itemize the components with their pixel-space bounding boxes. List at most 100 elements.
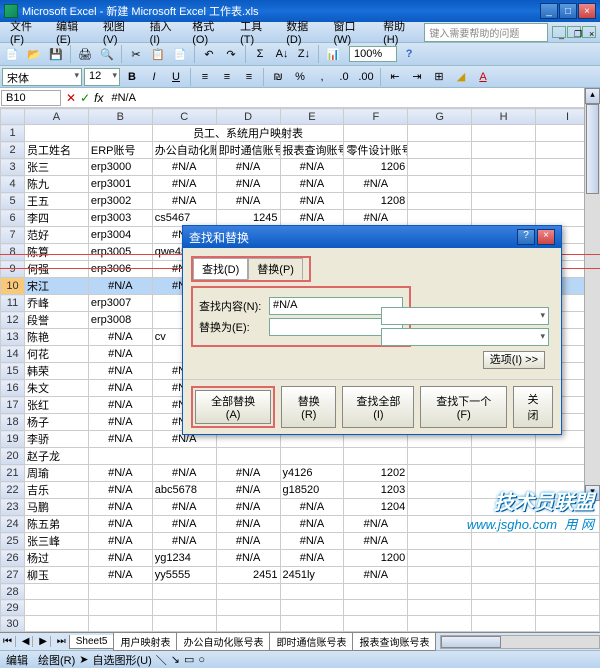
- cell[interactable]: ERP账号: [88, 142, 152, 159]
- row-header[interactable]: 24: [1, 516, 25, 533]
- rect-icon[interactable]: ▭: [184, 653, 194, 666]
- underline-icon[interactable]: U: [166, 67, 186, 87]
- cell[interactable]: #N/A: [88, 465, 152, 482]
- help-icon[interactable]: ?: [399, 44, 419, 64]
- cell[interactable]: yg1234: [152, 550, 216, 567]
- find-next-button[interactable]: 查找下一个(F): [420, 386, 507, 428]
- italic-icon[interactable]: I: [144, 67, 164, 87]
- cell[interactable]: 李四: [25, 210, 89, 227]
- cell[interactable]: 吉乐: [25, 482, 89, 499]
- cell[interactable]: [88, 448, 152, 465]
- cell[interactable]: erp3002: [88, 193, 152, 210]
- cell[interactable]: [472, 584, 536, 600]
- cell[interactable]: 张三峰: [25, 533, 89, 550]
- cell[interactable]: #N/A: [88, 380, 152, 397]
- borders-icon[interactable]: ⊞: [429, 67, 449, 87]
- cell[interactable]: #N/A: [344, 210, 408, 227]
- cell[interactable]: 周瑜: [25, 465, 89, 482]
- autoshapes-menu[interactable]: 自选图形(U): [93, 652, 152, 668]
- cell[interactable]: 段誉: [25, 312, 89, 329]
- cell[interactable]: 张三: [25, 159, 89, 176]
- row-header[interactable]: 23: [1, 499, 25, 516]
- cell[interactable]: 零件设计账号: [344, 142, 408, 159]
- cell[interactable]: #N/A: [152, 159, 216, 176]
- cell[interactable]: [216, 584, 280, 600]
- cell[interactable]: yy5555: [152, 567, 216, 584]
- cell[interactable]: [88, 600, 152, 616]
- cell[interactable]: [152, 448, 216, 465]
- row-header[interactable]: 28: [1, 584, 25, 600]
- cell[interactable]: cs5467: [152, 210, 216, 227]
- cell[interactable]: erp3001: [88, 176, 152, 193]
- cell[interactable]: 1203: [344, 482, 408, 499]
- cell[interactable]: [472, 616, 536, 632]
- cell[interactable]: #N/A: [216, 193, 280, 210]
- cell[interactable]: [25, 600, 89, 616]
- cell[interactable]: [88, 584, 152, 600]
- chart-icon[interactable]: 📊: [323, 44, 343, 64]
- cell[interactable]: [344, 448, 408, 465]
- tab-find[interactable]: 查找(D): [193, 258, 248, 280]
- cell[interactable]: [280, 616, 344, 632]
- cell[interactable]: #N/A: [88, 550, 152, 567]
- fx-icon[interactable]: fx: [94, 91, 103, 105]
- row-header[interactable]: 15: [1, 363, 25, 380]
- new-icon[interactable]: 📄: [2, 44, 22, 64]
- row-header[interactable]: 14: [1, 346, 25, 363]
- col-header[interactable]: G: [408, 109, 472, 125]
- replace-all-button[interactable]: 全部替换(A): [195, 390, 271, 424]
- help-search-input[interactable]: 键入需要帮助的问题: [424, 23, 548, 42]
- align-center-icon[interactable]: ≡: [217, 67, 237, 87]
- sum-icon[interactable]: Σ: [250, 44, 270, 64]
- row-header[interactable]: 29: [1, 600, 25, 616]
- pointer-icon[interactable]: ➤: [79, 653, 88, 666]
- row-header[interactable]: 19: [1, 431, 25, 448]
- cell[interactable]: [216, 600, 280, 616]
- cell[interactable]: #N/A: [88, 363, 152, 380]
- align-right-icon[interactable]: ≡: [239, 67, 259, 87]
- cell[interactable]: #N/A: [280, 550, 344, 567]
- indent-inc-icon[interactable]: ⇥: [407, 67, 427, 87]
- cell[interactable]: #N/A: [152, 176, 216, 193]
- cell[interactable]: #N/A: [280, 533, 344, 550]
- cell[interactable]: 即时通信账号: [216, 142, 280, 159]
- cell[interactable]: 1204: [344, 499, 408, 516]
- cell[interactable]: 陈艳: [25, 329, 89, 346]
- cell[interactable]: 杨过: [25, 550, 89, 567]
- cell[interactable]: #N/A: [88, 499, 152, 516]
- sheet-tab[interactable]: 报表查询账号表: [352, 633, 436, 651]
- oval-icon[interactable]: ○: [198, 654, 205, 666]
- cell[interactable]: 陈九: [25, 176, 89, 193]
- mdi-close[interactable]: ×: [582, 26, 596, 38]
- row-header[interactable]: 10: [1, 278, 25, 295]
- cell[interactable]: 陈五弟: [25, 516, 89, 533]
- row-header[interactable]: 22: [1, 482, 25, 499]
- row-header[interactable]: 5: [1, 193, 25, 210]
- cell[interactable]: #N/A: [152, 499, 216, 516]
- cell[interactable]: [216, 616, 280, 632]
- cell[interactable]: #N/A: [280, 210, 344, 227]
- cell[interactable]: 杨子: [25, 414, 89, 431]
- cell[interactable]: #N/A: [280, 516, 344, 533]
- cell[interactable]: 柳玉: [25, 567, 89, 584]
- cell[interactable]: [344, 600, 408, 616]
- cell[interactable]: 报表查询账号: [280, 142, 344, 159]
- cell[interactable]: 1200: [344, 550, 408, 567]
- cell[interactable]: #N/A: [152, 193, 216, 210]
- cell[interactable]: #N/A: [88, 329, 152, 346]
- cell[interactable]: 赵子龙: [25, 448, 89, 465]
- cell[interactable]: [536, 600, 600, 616]
- replace-dropdown[interactable]: [381, 328, 549, 346]
- cell[interactable]: #N/A: [344, 533, 408, 550]
- dec-decimal-icon[interactable]: .00: [356, 67, 376, 87]
- find-all-button[interactable]: 查找全部(I): [342, 386, 414, 428]
- line-icon[interactable]: ＼: [156, 652, 167, 668]
- cell[interactable]: #N/A: [152, 533, 216, 550]
- preview-icon[interactable]: 🔍: [97, 44, 117, 64]
- horizontal-scrollbar[interactable]: [440, 635, 600, 649]
- cell[interactable]: #N/A: [88, 431, 152, 448]
- cell[interactable]: 宋江: [25, 278, 89, 295]
- scroll-up-icon[interactable]: ▴: [585, 88, 600, 104]
- close-button[interactable]: ×: [578, 3, 596, 19]
- cell[interactable]: #N/A: [280, 499, 344, 516]
